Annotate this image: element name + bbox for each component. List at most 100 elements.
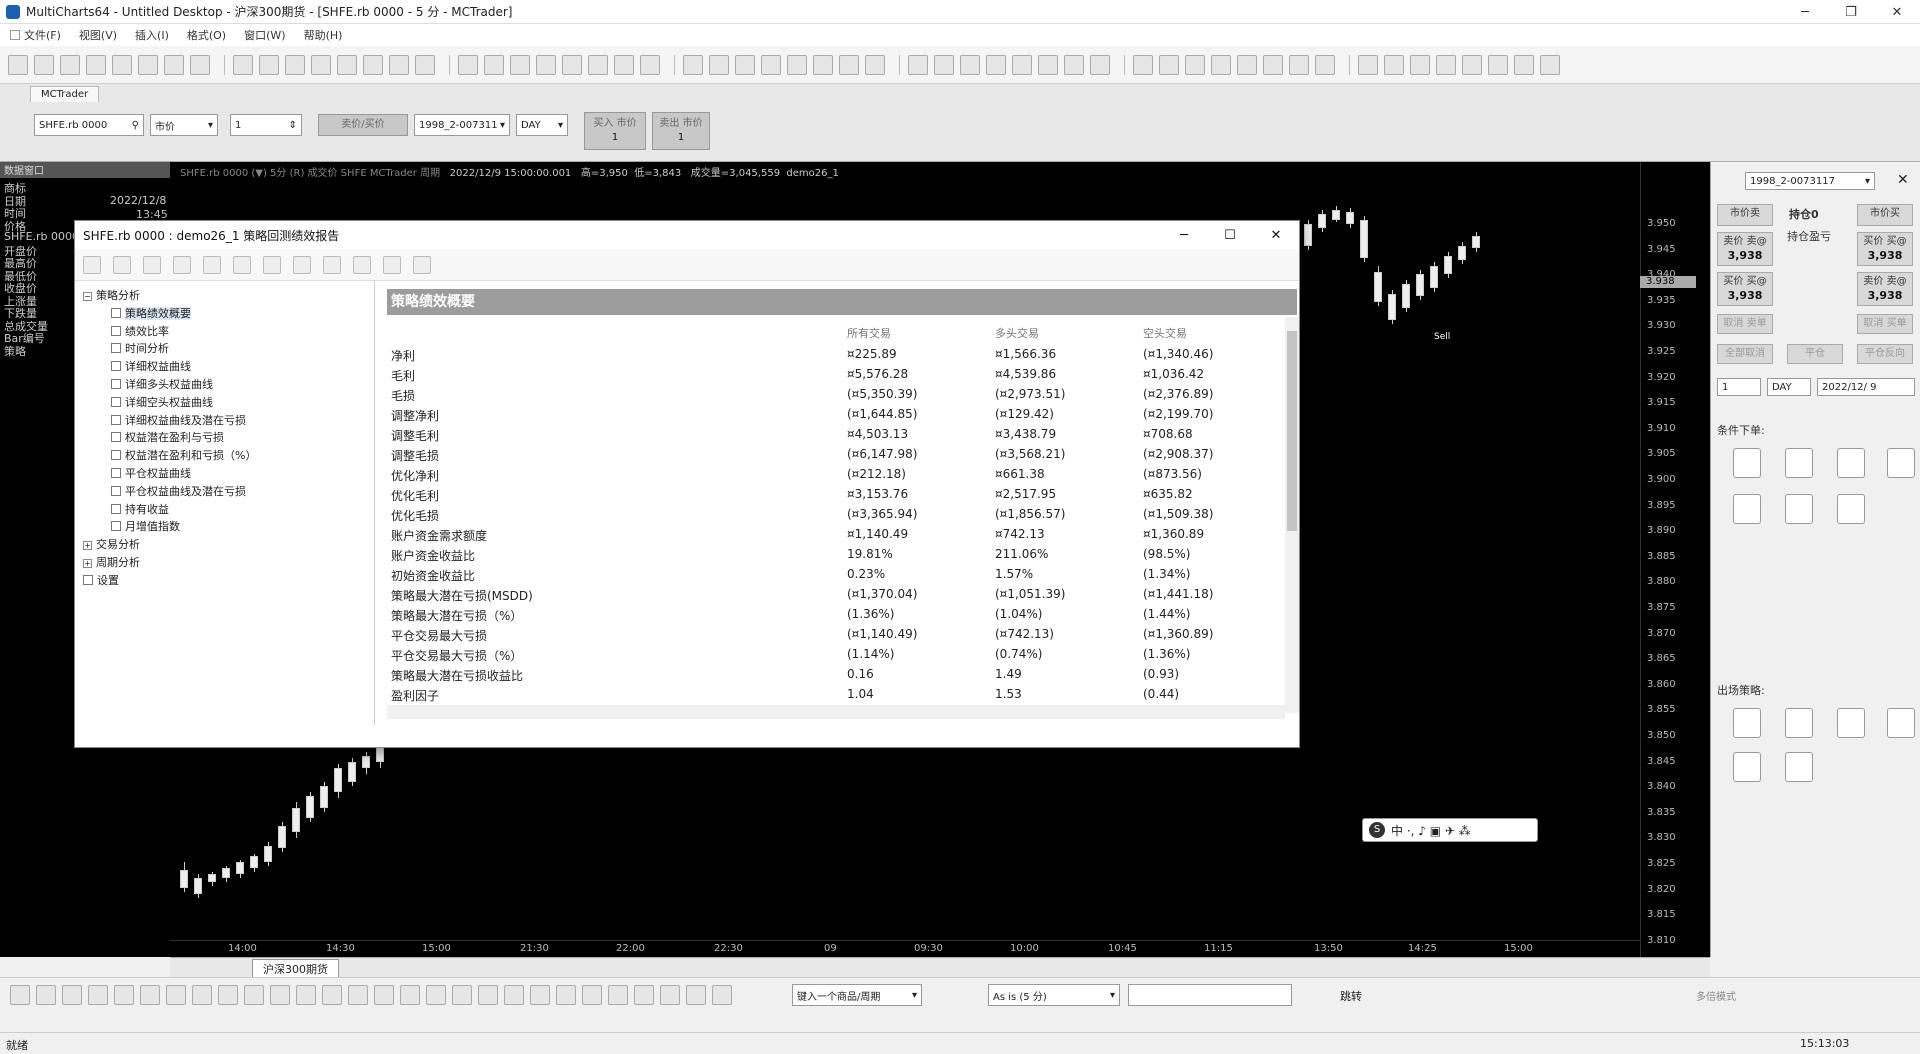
toolbar-button-icon[interactable] [1133,54,1153,75]
drawing-tool-icon[interactable] [608,984,628,1005]
drawing-tool-icon[interactable] [244,984,264,1005]
menu-help[interactable]: 帮助(H) [304,27,343,43]
conditional-order-icon[interactable] [1785,448,1813,478]
tree-item[interactable]: + 交易分析 [83,536,140,552]
toolbar-button-icon[interactable] [311,54,331,75]
horizontal-scrollbar[interactable] [387,705,1285,719]
toolbar-button-icon[interactable] [86,54,106,75]
sell-bid-button[interactable]: 卖价 卖@ 3,938 [1717,232,1773,266]
drawing-tool-icon[interactable] [660,984,680,1005]
tree-item[interactable]: 绩效比率 [111,323,169,339]
drawing-tool-icon[interactable] [712,984,732,1005]
drawing-tool-icon[interactable] [504,984,524,1005]
reverse-button[interactable]: 平仓反向 [1857,344,1913,364]
buy-market-panel-button[interactable]: 市价买 [1857,204,1913,226]
resolution-select[interactable]: As is (5 分) ▾ [988,984,1120,1006]
panel-close-icon[interactable]: ✕ [1897,172,1909,188]
toolbar-button-icon[interactable] [233,54,253,75]
dialog-close-button[interactable]: ✕ [1253,221,1299,249]
drawing-tool-icon[interactable] [634,984,654,1005]
toolbar-button-icon[interactable] [1263,54,1283,75]
order-type-select[interactable]: 市价 ▾ [150,114,218,136]
toolbar-button-icon[interactable] [415,54,435,75]
exit-strategy-icon[interactable] [1785,708,1813,738]
toolbar-button-icon[interactable] [1488,54,1508,75]
symbol-field[interactable]: SHFE.rb 0000 ⚲ [34,114,144,136]
expand-icon[interactable]: + [83,559,92,568]
expand-icon[interactable]: + [83,541,92,551]
drawing-tool-icon[interactable] [88,984,108,1005]
conditional-order-icon[interactable] [1837,448,1865,478]
toolbar-button-icon[interactable] [934,54,954,75]
sell-market-panel-button[interactable]: 市价卖 [1717,204,1773,226]
toolbar-button-icon[interactable] [1410,54,1430,75]
export-icon[interactable] [173,255,191,274]
conditional-order-icon[interactable] [1733,448,1761,478]
tree-item[interactable]: 设置 [83,572,119,588]
drawing-tool-icon[interactable] [270,984,290,1005]
toolbar-button-icon[interactable] [588,54,608,75]
toolbar-button-icon[interactable] [986,54,1006,75]
tree-item[interactable]: 平仓权益曲线 [111,465,191,481]
toolbar-button-icon[interactable] [484,54,504,75]
flatten-button[interactable]: 平仓 [1787,344,1843,364]
toolbar-button-icon[interactable] [1159,54,1179,75]
print-icon[interactable] [203,255,221,274]
toolbar-button-icon[interactable] [908,54,928,75]
ime-toolbar[interactable]: S 中 ·, ♪ ▣ ✈ ⁂ [1362,818,1538,842]
zoom-out-icon[interactable] [353,255,371,274]
drawing-tool-icon[interactable] [556,984,576,1005]
menu-window[interactable]: 窗口(W) [244,27,285,43]
drawing-tool-icon[interactable] [192,984,212,1005]
buy-sell-price-button[interactable]: 卖价/买价 [318,114,408,136]
buy-ask-button-2[interactable]: 卖价 卖@ 3,938 [1857,272,1913,306]
menu-view[interactable]: 视图(V) [79,27,117,43]
save-icon[interactable] [143,255,161,274]
exit-strategy-icon[interactable] [1887,708,1915,738]
tree-item[interactable]: 详细空头权益曲线 [111,394,213,410]
toolbar-button-icon[interactable] [34,54,54,75]
panel-date-field[interactable]: 2022/12/ 9 [1817,378,1915,396]
toolbar-button-icon[interactable] [640,54,660,75]
cancel-sell-button[interactable]: 取消 卖单 [1717,314,1773,334]
toolbar-button-icon[interactable] [1436,54,1456,75]
drawing-tool-icon[interactable] [296,984,316,1005]
exit-strategy-icon[interactable] [1785,752,1813,782]
tree-item[interactable]: 平仓权益曲线及潜在亏损 [111,483,246,499]
tree-item[interactable]: 权益潜在盈利和亏损（%） [111,447,256,463]
buy-market-button[interactable]: 买入 市价 1 [584,112,646,150]
toolbar-button-icon[interactable] [389,54,409,75]
exit-strategy-icon[interactable] [1733,708,1761,738]
drawing-tool-icon[interactable] [114,984,134,1005]
drawing-tool-icon[interactable] [322,984,342,1005]
drawing-tool-icon[interactable] [10,984,30,1005]
toolbar-button-icon[interactable] [510,54,530,75]
chart-style-icon[interactable] [413,255,431,274]
toolbar-button-icon[interactable] [1090,54,1110,75]
toolbar-button-icon[interactable] [839,54,859,75]
toolbar-button-icon[interactable] [761,54,781,75]
date-field[interactable] [1128,984,1292,1006]
drawing-tool-icon[interactable] [478,984,498,1005]
toolbar-button-icon[interactable] [138,54,158,75]
panel-tif-select[interactable]: DAY [1767,378,1811,396]
tree-item[interactable]: 详细多头权益曲线 [111,376,213,392]
toolbar-button-icon[interactable] [865,54,885,75]
fit-icon[interactable] [383,255,401,274]
toolbar-button-icon[interactable] [337,54,357,75]
sell-market-button[interactable]: 卖出 市价 1 [652,112,710,150]
sheet-tab[interactable]: 沪深300期货 [252,959,339,979]
tree-item[interactable]: 权益潜在盈利与亏损 [111,429,224,445]
tree-item[interactable]: + 周期分析 [83,554,140,570]
toolbar-button-icon[interactable] [562,54,582,75]
vertical-scrollbar[interactable] [1285,317,1299,713]
sell-bid-button-2[interactable]: 买价 买@ 3,938 [1717,272,1773,306]
drawing-tool-icon[interactable] [36,984,56,1005]
tree-item[interactable]: 持有收益 [111,501,169,517]
menu-insert[interactable]: 插入(I) [135,27,169,43]
toolbar-button-icon[interactable] [1462,54,1482,75]
conditional-order-icon[interactable] [1887,448,1915,478]
toolbar-button-icon[interactable] [709,54,729,75]
drawing-tool-icon[interactable] [686,984,706,1005]
jump-label[interactable]: 跳转 [1340,988,1362,1004]
